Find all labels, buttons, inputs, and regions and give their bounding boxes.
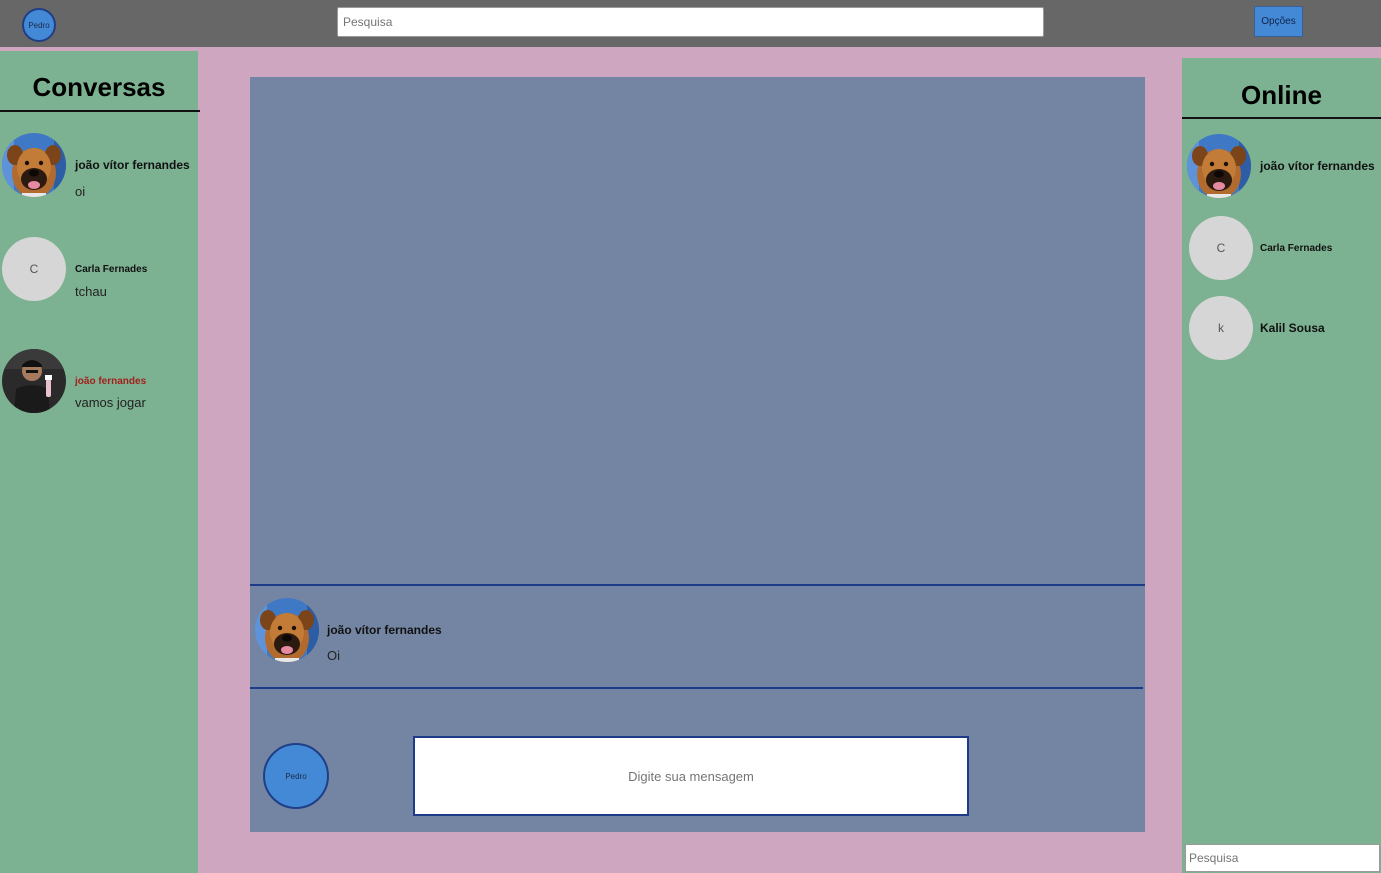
online-panel: Online joão vítor fernandes C Carla Fern… bbox=[1182, 58, 1381, 873]
conversation-name: joão fernandes bbox=[75, 376, 147, 387]
online-search-input[interactable] bbox=[1185, 844, 1380, 872]
letter-avatar: C bbox=[1189, 216, 1253, 280]
dog-avatar-icon bbox=[1187, 134, 1251, 198]
message-author: joão vítor fernandes bbox=[327, 623, 442, 637]
person-avatar-icon bbox=[2, 349, 66, 413]
online-divider bbox=[1182, 117, 1381, 119]
conversations-title: Conversas bbox=[32, 72, 166, 102]
message-input[interactable] bbox=[413, 736, 969, 816]
me-avatar[interactable]: Pedro bbox=[263, 743, 329, 809]
top-bar: Pedro Opções bbox=[0, 0, 1381, 47]
conversation-message: vamos jogar bbox=[75, 395, 146, 410]
message-divider-top bbox=[250, 584, 1145, 586]
search-input[interactable] bbox=[337, 7, 1044, 37]
conversations-panel: Conversas joão vítor fernandes oi C Carl… bbox=[0, 51, 200, 873]
online-title: Online bbox=[1241, 80, 1322, 110]
online-name: Kalil Sousa bbox=[1260, 321, 1325, 335]
letter-avatar: k bbox=[1189, 296, 1253, 360]
conversation-message: tchau bbox=[75, 284, 107, 299]
message-divider-bottom bbox=[250, 687, 1143, 689]
conversation-name: Carla Fernades bbox=[75, 264, 148, 275]
dog-avatar-icon bbox=[255, 598, 319, 662]
conversations-divider bbox=[0, 110, 200, 112]
conversation-name: joão vítor fernandes bbox=[75, 158, 190, 172]
user-avatar[interactable]: Pedro bbox=[22, 8, 56, 42]
letter-avatar: C bbox=[2, 237, 66, 301]
online-name: joão vítor fernandes bbox=[1260, 159, 1375, 173]
options-button[interactable]: Opções bbox=[1254, 6, 1303, 37]
message-text: Oi bbox=[327, 648, 340, 663]
dog-avatar-icon bbox=[2, 133, 66, 197]
online-name: Carla Fernades bbox=[1260, 243, 1333, 254]
conversation-message: oi bbox=[75, 184, 86, 199]
chat-area: joão vítor fernandes Oi Pedro bbox=[250, 77, 1145, 832]
